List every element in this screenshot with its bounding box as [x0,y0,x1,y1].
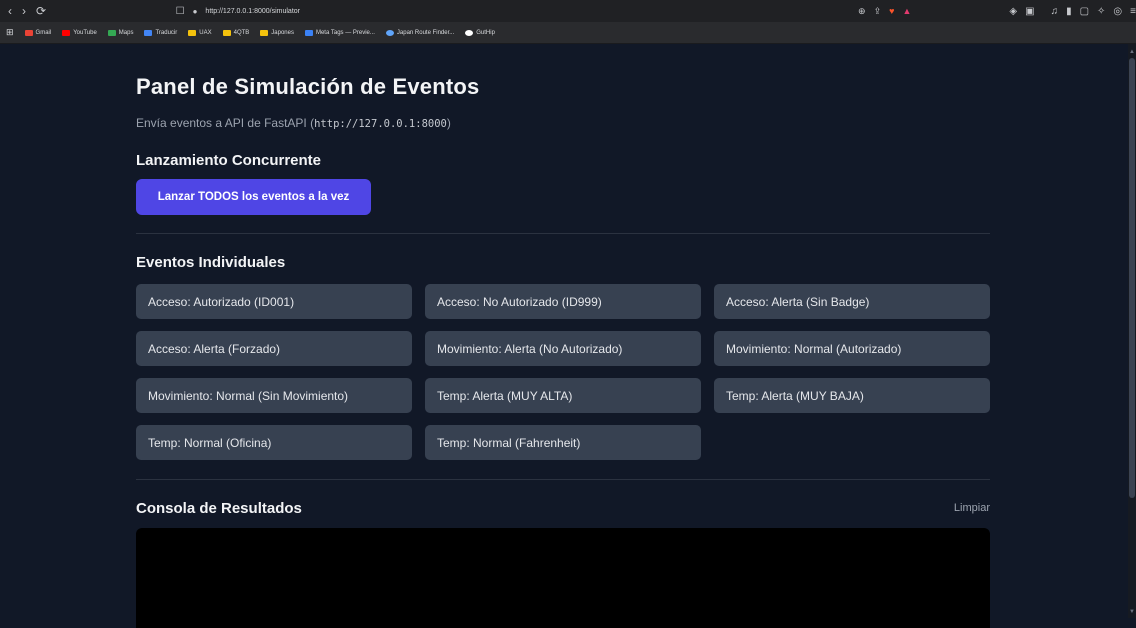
folder-icon [222,29,231,36]
bookmark-github[interactable]: GutHip [465,29,495,36]
event-button-temp-very-low[interactable]: Temp: Alerta (MUY BAJA) [714,378,990,413]
browser-toolbar: ‹ › ⟳ ☐ ● http://127.0.0.1:8000/simulato… [0,0,1136,22]
address-actions: ⊕ ⇪ ♥ ▲ [858,6,911,17]
share-icon[interactable]: ⇪ [874,6,882,17]
page-viewport: Panel de Simulación de Eventos Envía eve… [0,44,1128,628]
apps-icon[interactable]: ⊞ [6,27,14,38]
bookmark-icon[interactable]: ☐ [176,6,185,17]
results-console[interactable] [136,528,990,628]
zoom-icon[interactable]: ⊕ [858,6,866,17]
meta-tags-icon [304,29,313,36]
section-divider [136,233,990,234]
bookmark-4qtb[interactable]: 4QTB [222,29,249,36]
page-title: Panel de Simulación de Eventos [136,74,480,99]
tabs-icon[interactable]: ▢ [1080,6,1089,17]
bookmark-japan-route[interactable]: Japan Route Finder... [385,29,454,36]
concurrent-heading: Lanzamiento Concurrente [136,152,322,169]
page-scrollbar[interactable]: ▲ ▼ [1128,44,1136,618]
clear-console-button[interactable]: Limpiar [954,502,990,514]
event-button-temp-very-high[interactable]: Temp: Alerta (MUY ALTA) [425,378,701,413]
event-button-motion-authorized[interactable]: Movimiento: Normal (Autorizado) [714,331,990,366]
extensions-icon[interactable]: ◈ [1009,6,1017,17]
bookmark-japones[interactable]: Japones [260,29,294,36]
bookmark-uax[interactable]: UAX [188,29,212,36]
gmail-icon [24,29,33,36]
scroll-up-icon[interactable]: ▲ [1129,48,1135,56]
url-text[interactable]: http://127.0.0.1:8000/simulator [205,8,300,15]
event-button-motion-none[interactable]: Movimiento: Normal (Sin Movimiento) [136,378,412,413]
api-url: http://127.0.0.1:8000 [314,118,447,130]
event-button-access-authorized[interactable]: Acceso: Autorizado (ID001) [136,284,412,319]
event-button-motion-unauthorized[interactable]: Movimiento: Alerta (No Autorizado) [425,331,701,366]
launch-all-button[interactable]: Lanzar TODOS los eventos a la vez [136,179,371,215]
event-button-temp-fahrenheit[interactable]: Temp: Normal (Fahrenheit) [425,425,701,460]
reader-icon[interactable]: ▣ [1025,6,1034,17]
event-button-access-unauthorized[interactable]: Acceso: No Autorizado (ID999) [425,284,701,319]
event-buttons-grid: Acceso: Autorizado (ID001) Acceso: No Au… [136,284,990,460]
translate-icon [144,29,153,36]
reload-icon[interactable]: ⟳ [36,4,46,18]
scroll-down-icon[interactable]: ▼ [1129,608,1135,616]
music-icon[interactable]: ♫ [1051,6,1059,17]
folder-icon [260,29,269,36]
event-button-access-forced[interactable]: Acceso: Alerta (Forzado) [136,331,412,366]
individual-heading: Eventos Individuales [136,254,286,271]
folder-icon [188,29,197,36]
maps-icon [107,29,116,36]
rewards-icon[interactable]: ▲ [902,6,911,16]
leo-icon[interactable]: ✧ [1097,6,1105,17]
github-icon [465,29,474,36]
bookmark-gmail[interactable]: Gmail [24,29,51,36]
page-subtitle: Envía eventos a API de FastAPI (http://1… [136,116,451,130]
bookmarks-bar: ⊞ Gmail YouTube Maps Traducir UAX 4QTB J… [0,22,1136,44]
sidebar-icon[interactable]: ▮ [1066,6,1072,17]
forward-icon[interactable]: › [22,4,26,18]
section-divider [136,479,990,480]
event-button-temp-office[interactable]: Temp: Normal (Oficina) [136,425,412,460]
back-icon[interactable]: ‹ [8,4,12,18]
bookmark-meta-tags[interactable]: Meta Tags — Previe... [304,29,375,36]
vpn-icon[interactable]: ◎ [1113,6,1122,17]
bookmark-traducir[interactable]: Traducir [144,29,177,36]
menu-icon[interactable]: ≡ [1130,6,1136,17]
event-button-access-no-badge[interactable]: Acceso: Alerta (Sin Badge) [714,284,990,319]
console-heading: Consola de Resultados [136,500,302,517]
scrollbar-thumb[interactable] [1129,58,1135,498]
browser-extensions: ◈ ▣ ♫ ▮ ▢ ✧ ◎ ≡ [1009,6,1136,17]
bookmark-youtube[interactable]: YouTube [62,29,97,36]
site-info-icon[interactable]: ● [193,7,198,16]
address-bar[interactable]: ☐ ● http://127.0.0.1:8000/simulator [176,6,629,17]
youtube-icon [62,29,71,36]
nav-buttons: ‹ › ⟳ [0,4,176,18]
brave-shield-icon[interactable]: ♥ [889,6,894,16]
route-finder-icon [385,29,394,36]
bookmark-maps[interactable]: Maps [107,29,133,36]
